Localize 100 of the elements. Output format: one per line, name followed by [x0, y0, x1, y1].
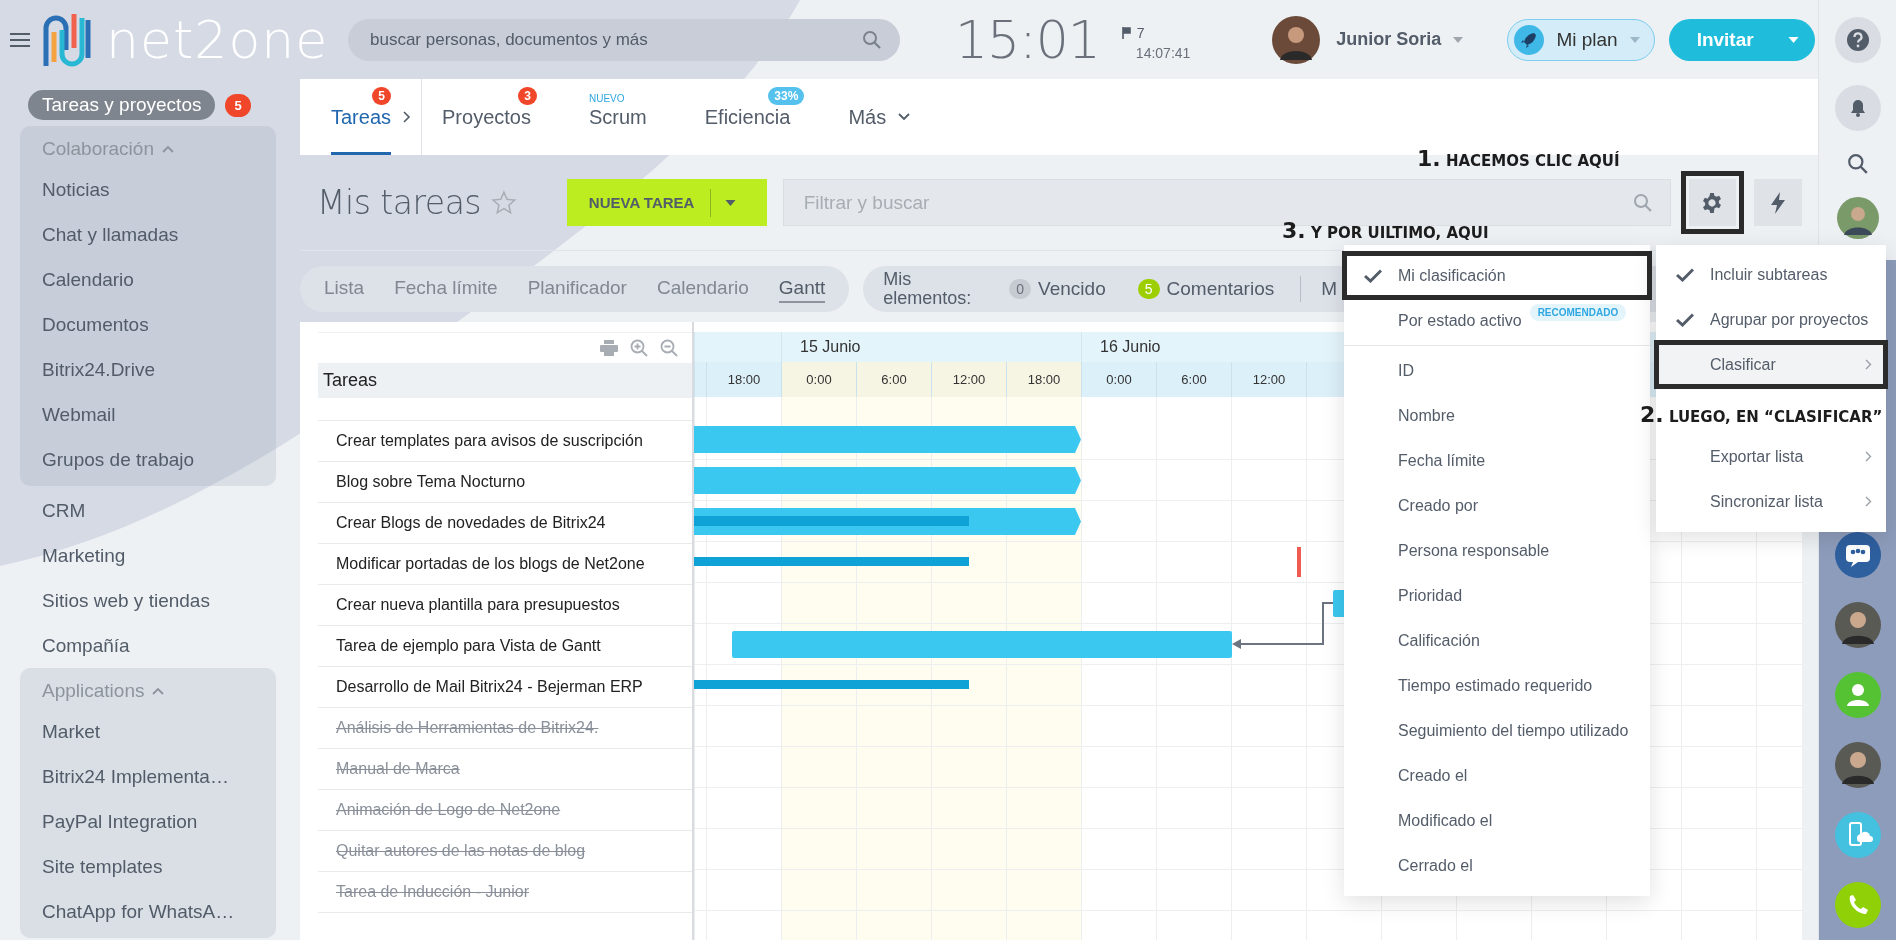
user-icon[interactable] — [1835, 672, 1881, 718]
sidebar-item[interactable]: Marketing — [20, 533, 276, 578]
task-name[interactable]: Quitar autores de las notas de blog — [336, 842, 586, 860]
menu-icon[interactable] — [10, 31, 30, 48]
sidebar-item[interactable]: Bitrix24.Drive — [20, 347, 276, 392]
task-name[interactable]: Blog sobre Tema Nocturno — [336, 473, 526, 491]
chevron-icon — [1865, 359, 1872, 370]
star-icon[interactable] — [491, 189, 517, 216]
menu-item[interactable]: Fecha límite — [1344, 438, 1650, 483]
menu-item[interactable]: Clasificar — [1656, 342, 1886, 387]
phone-icon[interactable] — [1835, 882, 1881, 928]
task-name[interactable]: Tarea de Inducción - Junior — [336, 883, 529, 901]
sidebar-item[interactable]: Webmail — [20, 392, 276, 437]
contact-avatar[interactable] — [1835, 742, 1881, 788]
task-name[interactable]: Tarea de ejemplo para Vista de Gantt — [336, 637, 601, 655]
task-name[interactable]: Crear Blogs de novedades de Bitrix24 — [336, 514, 606, 532]
sidebar-item[interactable]: Documentos — [20, 302, 276, 347]
task-name[interactable]: Manual de Marca — [336, 760, 460, 778]
sidebar-item[interactable]: Market — [20, 709, 276, 754]
view-tab[interactable]: Gantt — [778, 275, 826, 303]
search-field[interactable]: buscar personas, documentos y más — [348, 18, 900, 61]
contact-avatar[interactable] — [1837, 197, 1879, 239]
menu-item[interactable]: Persona responsable — [1344, 528, 1650, 573]
counter-label: Comentarios — [1166, 278, 1275, 300]
lightning-button[interactable] — [1754, 179, 1802, 226]
sidebar-item[interactable]: Grupos de trabajo — [20, 437, 276, 482]
annotation-label: 1. HACEMOS CLIC AQUÍ — [1417, 146, 1620, 171]
menu-item[interactable]: Tiempo estimado requerido — [1344, 663, 1650, 708]
menu-item[interactable]: Modificado el — [1344, 798, 1650, 843]
chevron-icon[interactable] — [898, 113, 911, 121]
menu-item-label: Cerrado el — [1398, 856, 1473, 875]
search-icon[interactable] — [1847, 153, 1869, 175]
task-name[interactable]: Crear templates para avisos de suscripción — [336, 432, 643, 450]
task-name[interactable]: Análisis de Herramientas de Bitrix24. — [336, 719, 599, 737]
column-header: Tareas — [318, 363, 692, 398]
counter-filter[interactable]: 5 Comentarios — [1131, 277, 1281, 301]
menu-item[interactable]: Mi clasificación — [1344, 253, 1650, 298]
current-section[interactable]: Tareas y proyectos — [28, 90, 216, 120]
task-name[interactable]: Animación de Logo de Net2one — [336, 801, 561, 819]
plan-button[interactable]: Mi plan — [1507, 18, 1655, 61]
new-task-button[interactable]: NUEVA TAREA — [566, 179, 767, 226]
deadline-marker — [1297, 547, 1301, 577]
task-name[interactable]: Modificar portadas de los blogs de Net2one — [336, 555, 645, 573]
sidebar-item[interactable]: Bitrix24 Implementa… — [20, 754, 276, 799]
counter-filter[interactable]: 0 Vencido — [1003, 277, 1112, 301]
print-icon[interactable] — [600, 340, 618, 356]
recommended-badge: RECOMENDADO — [1529, 304, 1627, 321]
hour-cell: 12:00 — [1231, 362, 1306, 397]
sidebar-item[interactable]: Noticias — [20, 167, 276, 212]
menu-item[interactable]: Creado por — [1344, 483, 1650, 528]
zoom-in-icon[interactable] — [630, 339, 648, 357]
work-time: 14:07:41 — [1134, 44, 1191, 61]
sidebar-item[interactable]: Calendario — [20, 257, 276, 302]
tab[interactable]: Más — [848, 79, 887, 155]
count-badge: 0 — [1009, 279, 1032, 299]
task-name[interactable]: Crear nueva plantilla para presupuestos — [336, 596, 620, 614]
search-icon[interactable] — [862, 29, 882, 50]
sidebar-item[interactable]: Site templates — [20, 844, 276, 889]
hour-cell: 18:00 — [706, 362, 781, 397]
notification-icon[interactable] — [1835, 85, 1881, 131]
help-icon[interactable] — [1835, 17, 1881, 63]
count-badge: 3 — [518, 87, 537, 105]
hour-cell: 0:00 — [781, 362, 856, 397]
contact-avatar[interactable] — [1835, 602, 1881, 648]
hour-cell: 6:00 — [1156, 362, 1231, 397]
settings-icon — [1701, 191, 1724, 214]
user-avatar[interactable] — [1272, 15, 1321, 64]
zoom-out-icon[interactable] — [660, 339, 678, 357]
menu-item[interactable]: Seguimiento del tiempo utilizado — [1344, 708, 1650, 753]
menu-item-label: ID — [1398, 361, 1414, 380]
caret-icon — [1787, 36, 1799, 43]
menu-item[interactable]: Exportar lista — [1656, 434, 1886, 479]
menu-item[interactable]: Sincronizar lista — [1656, 479, 1886, 524]
menu-item-label: Sincronizar lista — [1710, 492, 1823, 511]
menu-item[interactable]: Prioridad — [1344, 573, 1650, 618]
group-chat-icon[interactable] — [1835, 532, 1881, 578]
phone-cloud-icon[interactable] — [1835, 812, 1881, 858]
count-badge: 33% — [768, 87, 805, 105]
menu-item-label: Fecha límite — [1398, 451, 1486, 470]
sidebar-item[interactable]: CRM — [20, 488, 276, 533]
menu-item[interactable]: Calificación — [1344, 618, 1650, 663]
chevron-icon[interactable] — [403, 111, 412, 123]
task-name[interactable]: Desarrollo de Mail Bitrix24 - Bejerman ERP — [336, 678, 643, 696]
menu-item-label: Incluir subtareas — [1710, 265, 1828, 284]
menu-item-label: Prioridad — [1398, 586, 1463, 605]
task-bar[interactable] — [694, 508, 1081, 535]
sidebar-item[interactable]: PayPal Integration — [20, 799, 276, 844]
user-menu[interactable]: Junior Soria — [1330, 28, 1470, 51]
sidebar-item[interactable]: ChatApp for WhatsA… — [20, 889, 276, 934]
sidebar-item[interactable]: Chat y llamadas — [20, 212, 276, 257]
sidebar-item[interactable]: Sitios web y tiendas — [20, 578, 276, 623]
menu-item[interactable]: Agrupar por proyectos — [1656, 297, 1886, 342]
hour-cell: 0:00 — [1081, 362, 1156, 397]
menu-item[interactable]: Creado el — [1344, 753, 1650, 798]
menu-item[interactable]: Cerrado el — [1344, 843, 1650, 888]
menu-item-label: Creado el — [1398, 766, 1468, 785]
menu-item-label: Mi clasificación — [1398, 266, 1506, 285]
lightning-icon — [1770, 191, 1787, 214]
menu-item[interactable]: Incluir subtareas — [1656, 252, 1886, 297]
sidebar-item[interactable]: Compañía — [20, 623, 276, 668]
